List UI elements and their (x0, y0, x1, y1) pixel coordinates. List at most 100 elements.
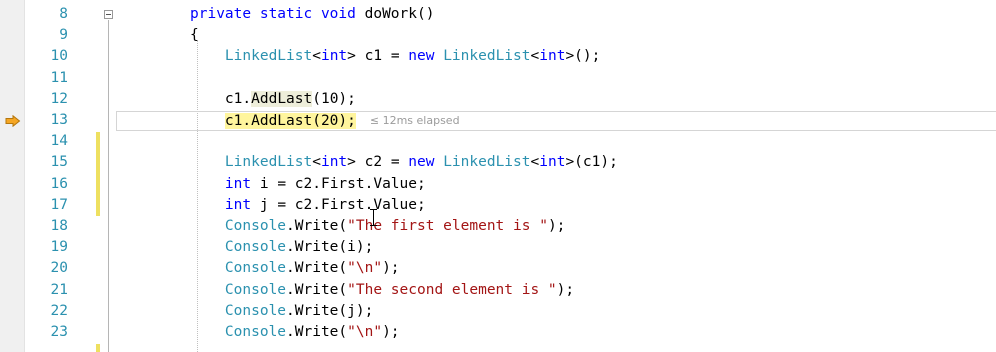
code-token: LinkedList (443, 154, 531, 171)
code-text[interactable]: c1.AddLast(20); ≤ 12ms elapsed (190, 110, 460, 132)
code-token: void (320, 6, 365, 22)
code-token: static (259, 6, 321, 22)
code-editor[interactable]: 8 private static void doWork() 9{10 Linked… (0, 0, 996, 352)
line-number: 21 (50, 281, 68, 298)
code-line[interactable]: 15 LinkedList<int> c2 = new LinkedList<i… (0, 152, 996, 173)
code-text[interactable]: Console.Write(i); (190, 237, 373, 258)
code-text[interactable]: int i = c2.First.Value; (190, 174, 426, 195)
code-token: j = c2.First.Value; (251, 196, 426, 213)
code-token: < (530, 48, 540, 65)
code-line[interactable]: 12 c1.AddLast(10); (0, 89, 996, 110)
code-token: int (539, 154, 566, 171)
code-token: int (224, 196, 252, 213)
line-number: 16 (50, 175, 68, 192)
code-token: .Write(j); (286, 302, 374, 319)
line-number: 20 (50, 260, 68, 277)
code-token: > c1 = (347, 48, 409, 65)
code-token: ); (547, 218, 566, 234)
code-text[interactable]: LinkedList<int> c2 = new LinkedList<int>… (190, 152, 618, 173)
code-token: ); (382, 324, 400, 340)
line-number: 15 (50, 154, 68, 171)
line-number: 19 (50, 239, 68, 256)
line-number: 9 (59, 27, 68, 44)
code-token: >(c1); (565, 154, 618, 171)
code-token: new (408, 154, 444, 171)
code-token: () (417, 6, 435, 22)
code-token: .Write( (286, 218, 348, 234)
code-line[interactable]: 20 Console.Write("\n"); (0, 258, 996, 279)
code-token: "The second element is " (347, 281, 557, 298)
code-token: ); (556, 281, 575, 298)
code-line[interactable]: 22 Console.Write(j); (0, 301, 996, 322)
code-token: Console (224, 239, 287, 256)
code-line[interactable]: 19 Console.Write(i); (0, 237, 996, 258)
code-token: .Write(i); (286, 239, 374, 256)
code-token: < (312, 48, 321, 65)
code-text[interactable]: Console.Write(j); (190, 301, 373, 322)
code-token: c1.AddLast(20); (224, 113, 356, 129)
code-token: Console (224, 324, 287, 340)
line-number: 22 (50, 302, 68, 319)
line-number: 11 (50, 69, 68, 86)
code-token: LinkedList (224, 154, 313, 171)
code-line[interactable]: 14 (0, 131, 996, 152)
change-indicator-bar (96, 344, 100, 352)
code-token: .Write( (286, 281, 348, 298)
code-token: Console (224, 302, 287, 319)
line-number: 13 (50, 112, 68, 128)
code-line[interactable]: 13 c1.AddLast(20); ≤ 12ms elapsed (0, 110, 996, 131)
line-number: 18 (50, 218, 68, 234)
code-line[interactable]: 17 int j = c2.First.Value; (0, 195, 996, 216)
code-text[interactable]: LinkedList<int> c1 = new LinkedList<int>… (190, 46, 600, 67)
code-token: LinkedList (224, 48, 313, 65)
code-token: doWork (364, 6, 417, 22)
perf-tip-elapsed[interactable]: ≤ 12ms elapsed (370, 114, 460, 127)
code-line[interactable]: 16 int i = c2.First.Value; (0, 174, 996, 195)
code-line[interactable]: 9{ (0, 25, 996, 46)
code-line[interactable]: 21 Console.Write("The second element is … (0, 280, 996, 301)
code-text[interactable]: int j = c2.First.Value; (190, 195, 426, 216)
line-number: 23 (50, 324, 68, 340)
code-token: Console (224, 260, 287, 277)
code-text[interactable]: Console.Write("The first element is "); (190, 216, 565, 237)
code-token: c1. (224, 90, 252, 107)
code-token: new (408, 48, 444, 65)
code-text[interactable]: Console.Write("\n"); (190, 322, 400, 343)
code-token: i = c2.First.Value; (251, 175, 426, 192)
text-cursor-ibeam (370, 209, 377, 226)
code-line[interactable]: 8 private static void doWork() (0, 4, 996, 25)
code-token: >(); (565, 48, 601, 65)
line-number: 14 (50, 133, 68, 150)
code-line[interactable]: 11 (0, 68, 996, 89)
code-token: LinkedList (443, 48, 531, 65)
line-number: 12 (50, 90, 68, 107)
code-line[interactable]: 18 Console.Write("The first element is "… (0, 216, 996, 237)
code-line[interactable]: 23 Console.Write("\n"); (0, 322, 996, 343)
code-text[interactable]: Console.Write("The second element is "); (190, 280, 574, 301)
code-token: Console (224, 281, 287, 298)
code-token: int (320, 48, 348, 65)
code-text[interactable]: { (190, 25, 199, 46)
line-number: 10 (50, 48, 68, 65)
code-token: < (530, 154, 540, 171)
code-text[interactable]: c1.AddLast(10); (190, 89, 356, 110)
code-token: { (190, 27, 199, 44)
code-token: "\n" (347, 260, 383, 277)
code-text[interactable]: private static void doWork() (190, 4, 434, 25)
code-line[interactable]: 10 LinkedList<int> c1 = new LinkedList<i… (0, 46, 996, 67)
line-number: 17 (50, 196, 68, 213)
code-text[interactable]: Console.Write("\n"); (190, 258, 400, 279)
code-token: .Write( (286, 260, 348, 277)
